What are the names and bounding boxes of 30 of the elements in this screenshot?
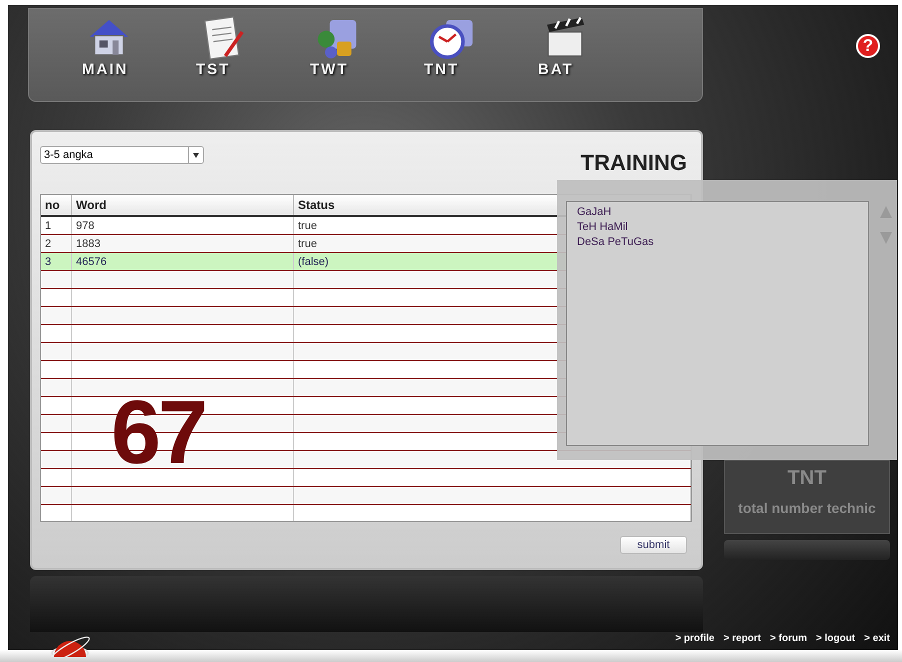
dropdown[interactable]: 3-5 angka <box>40 146 204 164</box>
help-icon[interactable]: ? <box>856 34 880 58</box>
table-cell: 3 <box>45 256 52 268</box>
footer-link[interactable]: > report <box>724 633 762 644</box>
table-cell: 1883 <box>76 238 100 250</box>
nav-tab[interactable]: BAT <box>535 15 649 101</box>
table-cell: 978 <box>76 220 94 232</box>
table-cell: true <box>298 220 317 232</box>
submit-button[interactable]: submit <box>620 536 687 554</box>
table-cell: 2 <box>45 238 52 250</box>
card-title: TNT <box>788 467 826 490</box>
caret-icon <box>193 152 199 158</box>
table-cell: (false) <box>298 256 329 268</box>
scroll-down-icon[interactable] <box>879 231 893 245</box>
scroll-up-icon[interactable] <box>879 205 893 219</box>
column-header[interactable]: no <box>41 195 72 216</box>
nav-tab[interactable]: MAIN <box>79 15 193 101</box>
table-cell: true <box>298 238 317 250</box>
table-cell: 1 <box>45 220 52 232</box>
footer-link[interactable]: > logout <box>816 633 856 644</box>
table-cell: 46576 <box>76 256 107 268</box>
footer-link[interactable]: > forum <box>770 633 807 644</box>
panel-title: TRAINING <box>580 150 687 176</box>
footer-link[interactable]: > profile <box>675 633 714 644</box>
card-subtitle: total number technic <box>738 500 876 516</box>
nav-tab[interactable]: TWT <box>307 15 421 101</box>
nav-tab[interactable]: TST <box>193 15 307 101</box>
nav-tab[interactable]: TNT <box>421 15 535 101</box>
footer-link[interactable]: > exit <box>864 633 890 644</box>
column-header[interactable]: Word <box>72 195 294 216</box>
